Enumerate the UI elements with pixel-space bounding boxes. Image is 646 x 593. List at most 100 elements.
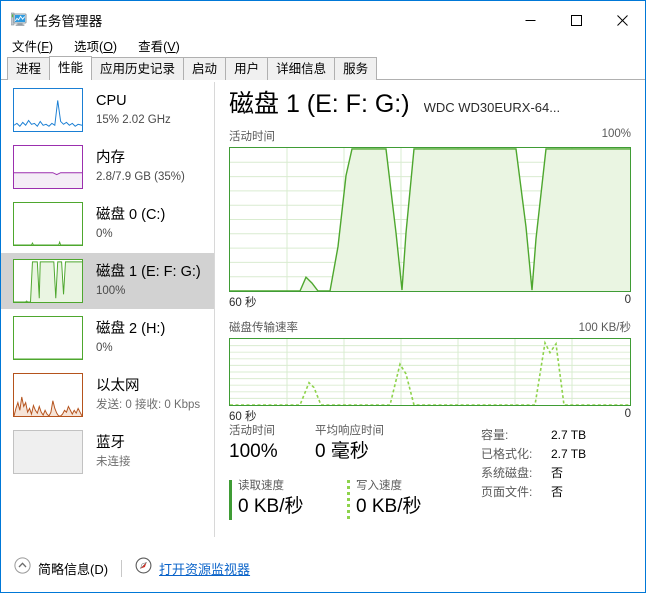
menu-file[interactable]: 文件(F) — [10, 34, 62, 57]
menu-options[interactable]: 选项(O) — [72, 34, 126, 57]
sidebar-disk-1-title: 磁盘 1 (E: F: G:) — [96, 264, 201, 280]
status-bar: 简略信息(D) 打开资源监视器 — [1, 544, 645, 592]
activity-chart-label: 活动时间 — [229, 131, 275, 143]
info-page-file-value: 否 — [551, 485, 564, 499]
task-manager-icon — [10, 12, 27, 28]
tab-strip: 进程 性能 应用历史记录 启动 用户 详细信息 服务 — [1, 56, 645, 80]
sidebar-item-ethernet[interactable]: 以太网 发送: 0 接收: 0 Kbps — [1, 367, 214, 423]
stat-active-time-label: 活动时间 — [229, 425, 275, 437]
sidebar-cpu-sub: 15% 2.02 GHz — [96, 114, 171, 126]
info-row-page-file: 页面文件: 否 — [481, 483, 586, 502]
cpu-mini-graph — [13, 88, 83, 132]
fewer-details-label: 简略信息(D) — [38, 561, 109, 577]
info-formatted-key: 已格式化: — [481, 447, 533, 461]
sidebar-item-disk-2[interactable]: 磁盘 2 (H:) 0% — [1, 310, 214, 366]
sidebar-ethernet-title: 以太网 — [96, 378, 140, 394]
activity-chart-block: 活动时间 100% 60 秒 0 — [229, 128, 631, 310]
sidebar-disk-2-sub: 0% — [96, 342, 113, 354]
info-row-formatted: 已格式化: 2.7 TB — [481, 445, 586, 464]
stat-read-speed-label: 读取速度 — [238, 480, 284, 492]
ethernet-mini-graph — [13, 373, 83, 417]
sidebar-disk-0-title: 磁盘 0 (C:) — [96, 207, 166, 223]
memory-mini-graph — [13, 145, 83, 189]
menu-view-label: 查看 — [138, 39, 164, 54]
tab-app-history[interactable]: 应用历史记录 — [91, 57, 185, 80]
disk-0-mini-graph — [13, 202, 83, 246]
menu-view-mnemonic: V — [167, 39, 176, 54]
transfer-chart-footer: 60 秒 0 — [229, 408, 631, 424]
menu-file-label: 文件 — [12, 39, 38, 54]
info-system-disk-value: 否 — [551, 466, 564, 480]
sidebar-disk-1-sub: 100% — [96, 285, 126, 297]
page-title: 磁盘 1 (E: F: G:) — [229, 90, 410, 118]
transfer-chart-xright: 0 — [624, 408, 631, 420]
sidebar-disk-0-sub: 0% — [96, 228, 113, 240]
sidebar-bluetooth-title: 蓝牙 — [96, 435, 125, 451]
detail-panel: 磁盘 1 (E: F: G:) WDC WD30EURX-64... 活动时间 … — [215, 80, 645, 544]
menu-bar: 文件(F) 选项(O) 查看(V) — [1, 34, 645, 56]
stat-active-time: 活动时间 100% — [229, 424, 301, 465]
sidebar-item-disk-0[interactable]: 磁盘 0 (C:) 0% — [1, 196, 214, 252]
stat-active-time-value: 100% — [229, 441, 278, 462]
menu-options-mnemonic: O — [103, 39, 113, 54]
info-system-disk-key: 系统磁盘: — [481, 466, 533, 480]
sidebar-bluetooth-sub: 未连接 — [96, 456, 131, 468]
tab-processes[interactable]: 进程 — [7, 57, 51, 80]
stats-area: 活动时间 100% 平均响应时间 0 毫秒 读取速度 0 KB/秒 写入速度 0… — [229, 424, 631, 520]
sidebar-item-bluetooth[interactable]: 蓝牙 未连接 — [1, 424, 214, 480]
sidebar-item-disk-1[interactable]: 磁盘 1 (E: F: G:) 100% — [1, 253, 214, 309]
fewer-details-button[interactable]: 简略信息(D) — [14, 557, 108, 579]
chevron-up-circle-icon — [14, 557, 31, 579]
status-separator — [121, 559, 123, 577]
sidebar-ethernet-sub: 发送: 0 接收: 0 Kbps — [96, 399, 201, 411]
open-resource-monitor-link[interactable]: 打开资源监视器 — [159, 559, 250, 578]
activity-chart-xleft: 60 秒 — [229, 297, 257, 309]
tab-users[interactable]: 用户 — [225, 57, 269, 80]
sidebar-cpu-title: CPU — [96, 93, 127, 109]
stat-read-speed: 读取速度 0 KB/秒 — [229, 479, 347, 520]
menu-view[interactable]: 查看(V) — [136, 34, 189, 57]
stat-read-speed-value: 0 KB/秒 — [238, 496, 304, 517]
tab-startup[interactable]: 启动 — [183, 57, 227, 80]
sidebar-memory-sub: 2.8/7.9 GB (35%) — [96, 171, 185, 183]
stat-avg-response-label: 平均响应时间 — [315, 425, 384, 437]
sidebar-item-cpu[interactable]: CPU 15% 2.02 GHz — [1, 82, 214, 138]
read-speed-legend-bar — [229, 480, 232, 520]
transfer-chart-canvas — [229, 338, 631, 406]
menu-options-label: 选项 — [74, 39, 100, 54]
tab-services[interactable]: 服务 — [334, 57, 378, 80]
menu-file-mnemonic: F — [41, 39, 49, 54]
bluetooth-mini-graph — [13, 430, 83, 474]
task-manager-window: 任务管理器 文件(F) 选项(O) 查看(V) 进程 性能 应用历史记录 启动 … — [0, 0, 646, 593]
disk-1-mini-graph — [13, 259, 83, 303]
disk-info-list: 容量: 2.7 TB 已格式化: 2.7 TB 系统磁盘: 否 页面文件: 否 — [481, 424, 586, 520]
activity-chart-footer: 60 秒 0 — [229, 294, 631, 310]
activity-chart-max: 100% — [601, 128, 631, 140]
window-title: 任务管理器 — [34, 14, 103, 29]
resource-monitor-icon — [135, 557, 152, 579]
tab-details[interactable]: 详细信息 — [267, 57, 336, 80]
sidebar-disk-2-title: 磁盘 2 (H:) — [96, 321, 166, 337]
stat-write-speed-value: 0 KB/秒 — [356, 496, 422, 517]
stat-avg-response: 平均响应时间 0 毫秒 — [315, 424, 384, 465]
transfer-chart-label: 磁盘传输速率 — [229, 322, 298, 334]
write-speed-legend-bar — [347, 480, 350, 520]
transfer-chart-caption: 磁盘传输速率 100 KB/秒 — [229, 319, 631, 335]
tab-performance[interactable]: 性能 — [49, 56, 93, 80]
sidebar-item-memory[interactable]: 内存 2.8/7.9 GB (35%) — [1, 139, 214, 195]
stat-avg-response-value: 0 毫秒 — [315, 441, 369, 462]
info-row-system-disk: 系统磁盘: 否 — [481, 464, 586, 483]
activity-chart-caption: 活动时间 100% — [229, 128, 631, 144]
open-resource-monitor-button[interactable]: 打开资源监视器 — [135, 557, 250, 579]
resource-sidebar: CPU 15% 2.02 GHz 内存 2.8/7.9 GB (35%) 磁盘 … — [1, 80, 214, 544]
activity-chart-canvas — [229, 147, 631, 292]
transfer-chart-block: 磁盘传输速率 100 KB/秒 60 秒 0 — [229, 319, 631, 424]
sidebar-memory-title: 内存 — [96, 150, 125, 166]
info-row-capacity: 容量: 2.7 TB — [481, 426, 586, 445]
info-capacity-value: 2.7 TB — [551, 428, 587, 442]
activity-chart-xright: 0 — [624, 294, 631, 306]
transfer-chart-xleft: 60 秒 — [229, 411, 257, 423]
info-page-file-key: 页面文件: — [481, 485, 533, 499]
transfer-chart-max: 100 KB/秒 — [578, 322, 631, 334]
disk-2-mini-graph — [13, 316, 83, 360]
